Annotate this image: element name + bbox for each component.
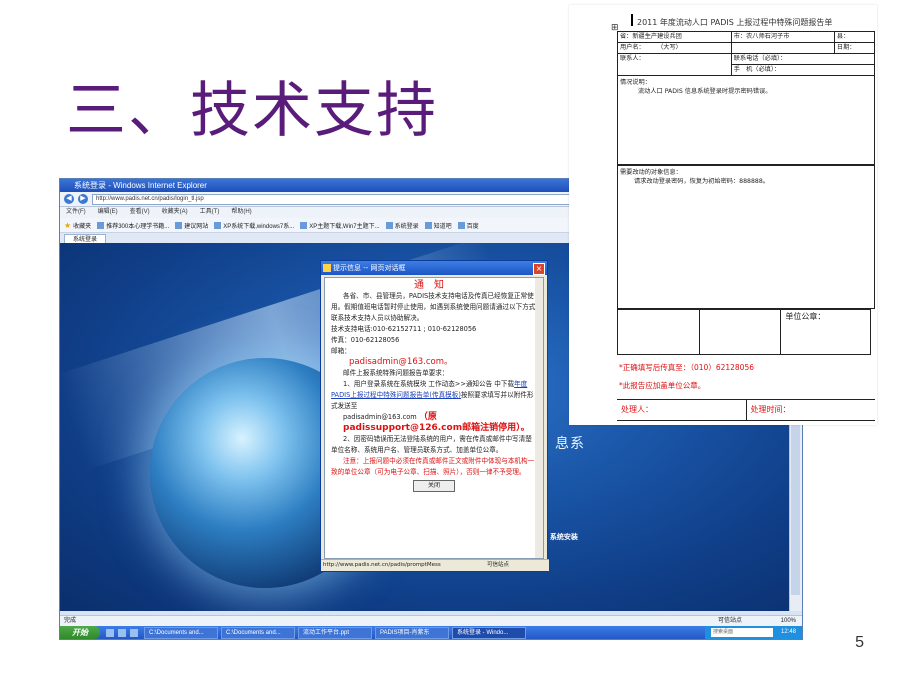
- fix-box: 需要改动的对象信息： 请求改动登录密码，恢复为初始密码：888888。: [617, 165, 875, 309]
- email-label: 邮箱：: [331, 347, 351, 355]
- dialog-status-bar: http://www.padis.net.cn/padis/promptMess…: [321, 559, 549, 571]
- situation-box: 情况说明： 流动人口 PADIS 信息系统登录时提示密码错误。: [617, 75, 875, 165]
- handler-label: 处理人：: [621, 405, 653, 414]
- taskbar-item[interactable]: C:\Documents and...: [221, 626, 295, 639]
- fax-note: *正确填写后传真至：（010）62128056: [619, 363, 754, 372]
- report-form: ⊞ 2011 年度流动人口 PADIS 上报过程中特殊问题报告单 省：新疆生产建…: [569, 5, 877, 425]
- desktop-search-input[interactable]: 搜索桌面: [710, 628, 773, 637]
- notice-title: 通知: [414, 280, 454, 291]
- page-icon: [214, 221, 222, 229]
- attention-note: 注意：上报问题中必须在传真或邮件正文或附件中体现与本机构一致的单位公章（可为电子…: [331, 457, 535, 476]
- taskbar-item[interactable]: C:\Documents and...: [144, 626, 218, 639]
- menu-file[interactable]: 文件(F): [66, 207, 86, 218]
- menu-favorites[interactable]: 收藏夹(A): [162, 207, 188, 218]
- slide-title: 三、技术支持: [66, 76, 438, 146]
- page-number: 5: [855, 634, 864, 651]
- situation-label: 情况说明：: [620, 79, 651, 86]
- form-title: 2011 年度流动人口 PADIS 上报过程中特殊问题报告单: [637, 18, 833, 27]
- favorites-button[interactable]: ★ 收藏夹: [64, 221, 91, 230]
- menu-tools[interactable]: 工具(T): [200, 207, 220, 218]
- dialog-titlebar: 提示信息 -- 网页对话框 ×: [321, 261, 547, 275]
- step2-text: 2、因密码错误而无法登陆系统的用户，需在传真或邮件中写清楚单位名称、系统用户名、…: [331, 435, 532, 454]
- phone-cell: 联系电话（必填）：: [730, 53, 876, 65]
- page-icon: [385, 221, 393, 229]
- taskbar-item[interactable]: PADIS项目-肖紫东: [375, 626, 449, 639]
- browser-title: 系统登录 - Windows Internet Explorer: [74, 181, 207, 190]
- security-zone: 可信站点: [717, 618, 742, 624]
- favorite-link[interactable]: 系统登录: [385, 221, 419, 230]
- system-brand-text: 息系: [555, 435, 585, 451]
- form-header-table: 省：新疆生产建设兵团 市：农八师石河子市 县： 用户名： （大写） 日期： 联系…: [617, 31, 876, 76]
- support-email: padisadmin@163.com。: [349, 357, 453, 367]
- system-tray: 搜索桌面 12:48: [704, 626, 802, 639]
- notice-paragraph: 各省、市、县管理员，PADIS技术支持电话及传真已经恢复正常使用。假期值班电话暂…: [331, 292, 536, 322]
- taskbar-item[interactable]: 流动工作平台.ppt: [298, 626, 372, 639]
- dialog-security-zone: 可信站点: [486, 562, 509, 568]
- back-icon[interactable]: ◀: [64, 194, 74, 204]
- status-text: 完成: [64, 618, 77, 624]
- star-icon: ★: [64, 220, 72, 230]
- dialog-title: 提示信息 -- 网页对话框: [333, 264, 406, 272]
- favorite-link[interactable]: 建议网站: [175, 221, 208, 230]
- county-cell: 县：: [833, 31, 876, 43]
- close-button[interactable]: 关闭: [413, 480, 455, 492]
- favorite-link[interactable]: XP主题下载,Win7主题下...: [300, 221, 380, 230]
- username-cell: 用户名： （大写）: [617, 42, 732, 54]
- favorite-link[interactable]: 百度: [457, 221, 479, 230]
- city-cell: 市：农八师石河子市: [730, 31, 835, 43]
- fax-number: 传真：010-62128056: [331, 336, 400, 344]
- support-phone: 技术支持电话:010-62152711 ; 010-62128056: [331, 325, 477, 333]
- stamp-row: 单位公章：: [617, 309, 871, 355]
- quick-launch: [106, 628, 138, 637]
- dialog-icon: [323, 264, 331, 272]
- menu-help[interactable]: 帮助(H): [231, 207, 251, 218]
- menu-view[interactable]: 查看(V): [130, 207, 150, 218]
- mobile-cell: 手 机（必填）：: [730, 64, 876, 76]
- province-cell: 省：新疆生产建设兵团: [617, 31, 732, 43]
- fix-label: 需要改动的对象信息：: [620, 169, 682, 176]
- page-icon: [300, 221, 308, 229]
- desktop-icon[interactable]: [118, 628, 126, 637]
- handler-row: 处理人： 处理时间：: [617, 399, 875, 421]
- step1-text: 1、用户登录系统在系统模块 工作动态>>通知公告 中下载: [343, 380, 515, 388]
- report-intro: 邮件上报系统特殊问题报告单要求：: [343, 369, 449, 377]
- start-button[interactable]: 开始: [60, 626, 100, 639]
- stamp-label: 单位公章：: [785, 312, 826, 321]
- contact-cell: 联系人：: [617, 53, 732, 76]
- page-icon: [457, 221, 465, 229]
- situation-text: 流动人口 PADIS 信息系统登录时提示密码错误。: [638, 88, 772, 95]
- step1-email: padisadmin@163.com: [343, 413, 417, 421]
- clock: 12:48: [780, 629, 796, 635]
- cursor-mark: [631, 14, 633, 26]
- zoom-level[interactable]: 100%: [781, 616, 796, 626]
- page-icon: [175, 221, 183, 229]
- handle-time-label: 处理时间：: [745, 400, 876, 420]
- page-icon: [424, 221, 432, 229]
- favorite-link[interactable]: 知道吧: [424, 221, 452, 230]
- fix-text: 请求改动登录密码，恢复为初始密码：888888。: [634, 178, 769, 185]
- dialog-body: 通知 各省、市、县管理员，PADIS技术支持电话及传真已经恢复正常使用。假期值班…: [324, 277, 544, 559]
- windows-taskbar: 开始 C:\Documents and... C:\Documents and.…: [60, 626, 802, 639]
- ie-icon[interactable]: [106, 628, 114, 637]
- forward-icon[interactable]: ▶: [78, 194, 88, 204]
- taskbar-item-active[interactable]: 系统登录 - Windo...: [452, 626, 526, 639]
- dialog-status-url: http://www.padis.net.cn/padis/promptMess: [323, 562, 441, 568]
- notice-dialog: 提示信息 -- 网页对话框 × 通知 各省、市、县管理员，PADIS技术支持电话…: [320, 260, 549, 572]
- page-icon: [97, 221, 105, 229]
- browser-status-bar: 完成 可信站点 100%: [60, 615, 802, 626]
- favorite-link[interactable]: XP系统下载,windows7系...: [214, 221, 294, 230]
- dialog-close-icon[interactable]: ×: [533, 263, 545, 275]
- favorite-link[interactable]: 推荐300本心理学书籍...: [97, 221, 169, 230]
- folder-icon[interactable]: [130, 628, 138, 637]
- stamp-note: *此报告应加盖单位公章。: [619, 381, 706, 390]
- date-cell: 日期：: [833, 42, 876, 54]
- menu-edit[interactable]: 编辑(E): [98, 207, 118, 218]
- dialog-scrollbar[interactable]: [535, 278, 543, 558]
